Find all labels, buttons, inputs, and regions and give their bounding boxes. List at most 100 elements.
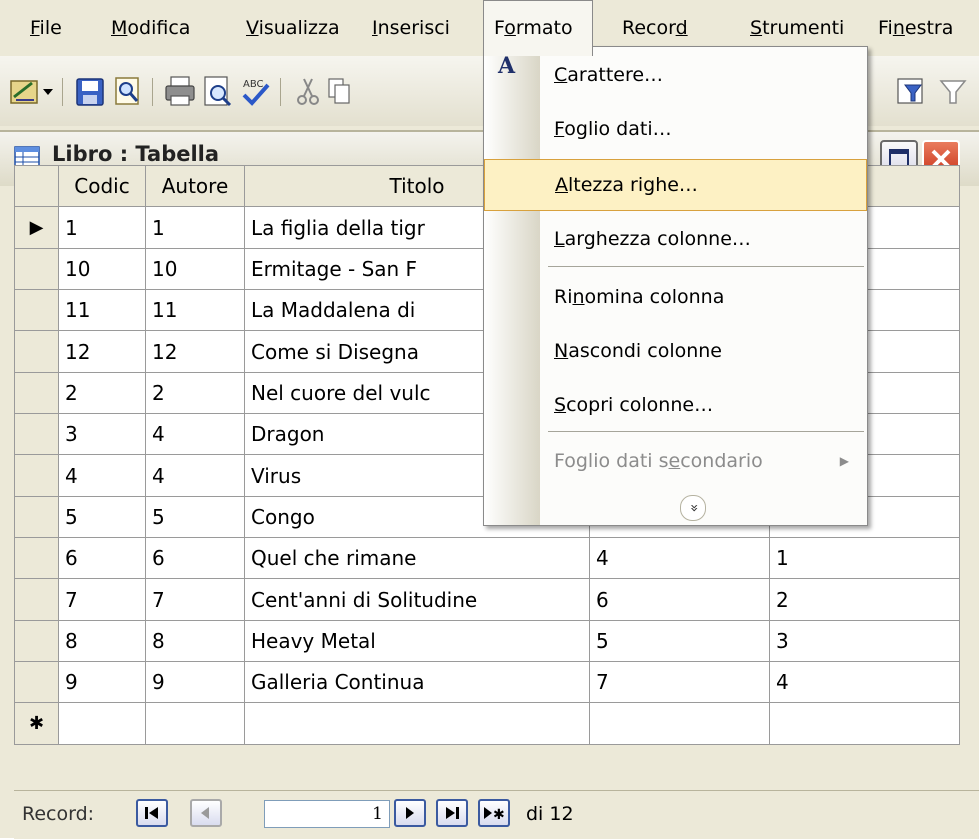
menu-item-nascondi-colonne[interactable]: Nascondi colonne	[484, 325, 867, 377]
cell-col4[interactable]	[589, 702, 770, 745]
cell-col4[interactable]: 6	[589, 578, 770, 621]
menu-inserisci[interactable]: Inserisci	[362, 0, 460, 56]
print-icon[interactable]	[162, 73, 198, 109]
cell-codice[interactable]	[58, 702, 146, 745]
menu-item-altezza-righe-accel: A	[555, 174, 568, 196]
cell-col4[interactable]: 4	[589, 537, 770, 580]
cell-titolo[interactable]: Galleria Continua	[244, 661, 590, 704]
menu-visualizza[interactable]: Visualizza	[236, 0, 350, 56]
column-header-autore[interactable]: Autore	[145, 164, 245, 208]
menu-modifica[interactable]: Modifica	[101, 0, 200, 56]
cell-autore[interactable]: 8	[145, 619, 245, 663]
cell-codice[interactable]: 11	[58, 289, 146, 332]
menu-item-larghezza-colonne-label: arghezza colonne…	[564, 228, 751, 250]
menu-finestra[interactable]: Finestra	[868, 0, 963, 56]
row-selector[interactable]	[14, 247, 59, 291]
dropdown-arrow-icon[interactable]	[40, 73, 56, 109]
filter-icon[interactable]	[935, 73, 971, 109]
cell-autore[interactable]: 11	[145, 289, 245, 332]
expand-menu-icon[interactable]: »	[680, 495, 706, 521]
cell-editrice[interactable]: 4	[769, 661, 960, 704]
toolbar-separator	[280, 78, 281, 106]
menu-formato[interactable]: Formato	[483, 0, 593, 56]
row-selector[interactable]	[14, 537, 59, 580]
cell-codice[interactable]: 5	[58, 495, 146, 539]
new-record-row[interactable]: ✱	[14, 702, 960, 745]
cell-editrice[interactable]: 3	[769, 619, 960, 663]
row-selector[interactable]	[14, 619, 59, 663]
cell-codice[interactable]: 12	[58, 330, 146, 373]
cell-codice[interactable]: 1	[58, 206, 146, 249]
cell-autore[interactable]: 1	[145, 206, 245, 249]
menu-item-altezza-righe-label: ltezza righe…	[568, 174, 698, 196]
table-row[interactable]: 6 6 Quel che rimane 4 1	[14, 537, 960, 580]
table-row[interactable]: 8 8 Heavy Metal 5 3	[14, 619, 960, 663]
select-all-corner[interactable]	[14, 164, 59, 208]
menu-item-scopri-colonne[interactable]: Scopri colonne…	[484, 379, 867, 431]
cell-codice[interactable]: 8	[58, 619, 146, 663]
menu-item-rinomina-colonna[interactable]: Rinomina colonna	[484, 271, 867, 323]
design-view-icon[interactable]	[8, 73, 44, 109]
row-selector[interactable]	[14, 330, 59, 373]
cell-autore[interactable]: 5	[145, 495, 245, 539]
menu-item-larghezza-colonne-accel: L	[554, 228, 565, 250]
cell-titolo[interactable]: Quel che rimane	[244, 537, 590, 580]
row-selector[interactable]	[14, 371, 59, 415]
cell-editrice[interactable]	[769, 702, 960, 745]
cell-codice[interactable]: 2	[58, 371, 146, 415]
cell-codice[interactable]: 7	[58, 578, 146, 621]
cell-col4[interactable]: 5	[589, 619, 770, 663]
search-icon[interactable]	[110, 73, 146, 109]
cell-editrice[interactable]: 1	[769, 537, 960, 580]
menu-item-altezza-righe[interactable]: Altezza righe…	[484, 159, 867, 211]
table-row[interactable]: 9 9 Galleria Continua 7 4	[14, 661, 960, 704]
row-selector[interactable]	[14, 413, 59, 456]
menu-item-foglio-dati-secondario[interactable]: Foglio dati secondario ▶	[484, 435, 867, 487]
row-selector[interactable]	[14, 454, 59, 497]
new-row-selector[interactable]: ✱	[14, 702, 59, 745]
next-record-button[interactable]	[394, 799, 426, 827]
cell-autore[interactable]: 4	[145, 454, 245, 497]
cell-col4[interactable]: 7	[589, 661, 770, 704]
cell-codice[interactable]: 10	[58, 247, 146, 291]
cell-autore[interactable]: 10	[145, 247, 245, 291]
cell-titolo[interactable]	[244, 702, 590, 745]
copy-icon[interactable]	[326, 73, 352, 109]
new-record-button[interactable]: ✱	[478, 799, 510, 827]
cell-autore[interactable]	[145, 702, 245, 745]
current-record-input[interactable]: 1	[264, 800, 390, 828]
row-selector[interactable]	[14, 495, 59, 539]
cell-autore[interactable]: 6	[145, 537, 245, 580]
row-selector[interactable]	[14, 661, 59, 704]
cell-editrice[interactable]: 2	[769, 578, 960, 621]
cell-autore[interactable]: 4	[145, 413, 245, 456]
cell-autore[interactable]: 12	[145, 330, 245, 373]
submenu-arrow-icon: ▶	[839, 454, 849, 468]
menu-item-larghezza-colonne[interactable]: Larghezza colonne…	[484, 213, 867, 265]
menu-file[interactable]: File	[20, 0, 72, 56]
menu-item-carattere[interactable]: Carattere…	[484, 49, 867, 101]
cell-codice[interactable]: 9	[58, 661, 146, 704]
menu-item-foglio-dati[interactable]: Foglio dati…	[484, 103, 867, 155]
row-selector[interactable]	[14, 578, 59, 621]
cell-titolo[interactable]: Heavy Metal	[244, 619, 590, 663]
cell-autore[interactable]: 7	[145, 578, 245, 621]
filter-form-icon[interactable]	[893, 73, 929, 109]
cut-icon[interactable]	[290, 73, 326, 109]
cell-codice[interactable]: 4	[58, 454, 146, 497]
cell-codice[interactable]: 6	[58, 537, 146, 580]
previous-record-button[interactable]	[190, 799, 222, 827]
row-selector[interactable]	[14, 289, 59, 332]
current-row-selector[interactable]: ▶	[14, 206, 59, 249]
save-icon[interactable]	[72, 73, 108, 109]
cell-autore[interactable]: 2	[145, 371, 245, 415]
last-record-button[interactable]	[436, 799, 468, 827]
column-header-codice[interactable]: Codic	[58, 164, 146, 208]
cell-titolo[interactable]: Cent'anni di Solitudine	[244, 578, 590, 621]
first-record-button[interactable]	[136, 799, 168, 827]
cell-autore[interactable]: 9	[145, 661, 245, 704]
print-preview-icon[interactable]	[200, 73, 236, 109]
spelling-icon[interactable]: ABC	[238, 73, 274, 109]
cell-codice[interactable]: 3	[58, 413, 146, 456]
table-row[interactable]: 7 7 Cent'anni di Solitudine 6 2	[14, 578, 960, 621]
